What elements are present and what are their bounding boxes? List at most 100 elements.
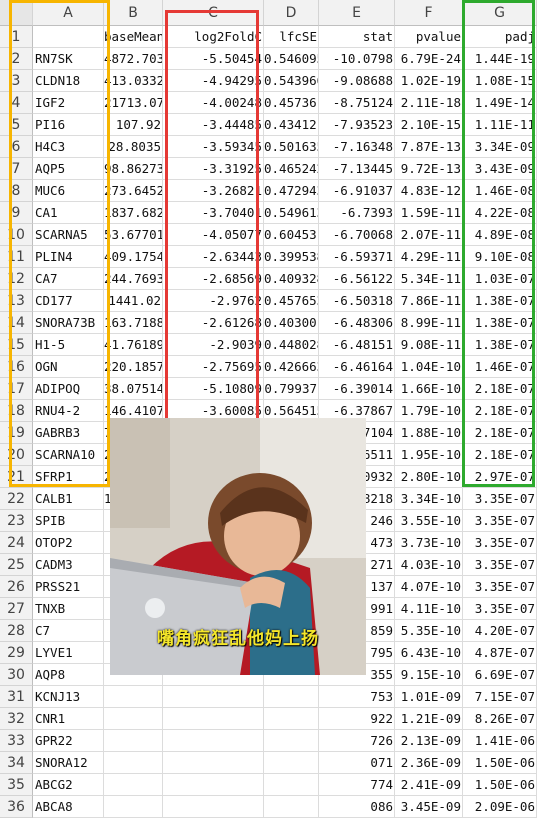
cell-e15[interactable]: -6.48151 (319, 334, 395, 356)
cell-d3[interactable]: 0.543966 (264, 70, 319, 92)
cell-c4[interactable]: -4.00248 (163, 92, 264, 114)
cell-g15[interactable]: 1.38E-07 (463, 334, 537, 356)
cell-f23[interactable]: 3.55E-10 (395, 510, 463, 532)
cell-f22[interactable]: 3.34E-10 (395, 488, 463, 510)
row-header[interactable]: 36 (0, 796, 33, 818)
cell-g11[interactable]: 9.10E-08 (463, 246, 537, 268)
cell-d15[interactable]: 0.448028 (264, 334, 319, 356)
cell-g1[interactable]: padj (463, 26, 537, 48)
cell-c34[interactable] (163, 752, 264, 774)
cell-a4[interactable]: IGF2 (33, 92, 104, 114)
cell-c32[interactable] (163, 708, 264, 730)
cell-d12[interactable]: 0.409328 (264, 268, 319, 290)
column-header-b[interactable]: B (104, 0, 163, 26)
cell-f36[interactable]: 3.45E-09 (395, 796, 463, 818)
row-header[interactable]: 5 (0, 114, 33, 136)
cell-d11[interactable]: 0.399538 (264, 246, 319, 268)
cell-f10[interactable]: 2.07E-11 (395, 224, 463, 246)
cell-c13[interactable]: -2.9762 (163, 290, 264, 312)
cell-a20[interactable]: SCARNA10 (33, 444, 104, 466)
column-header-a[interactable]: A (33, 0, 104, 26)
cell-g33[interactable]: 1.41E-06 (463, 730, 537, 752)
cell-c12[interactable]: -2.68569 (163, 268, 264, 290)
cell-g18[interactable]: 2.18E-07 (463, 400, 537, 422)
cell-d8[interactable]: 0.472943 (264, 180, 319, 202)
cell-e16[interactable]: -6.46164 (319, 356, 395, 378)
cell-c8[interactable]: -3.26821 (163, 180, 264, 202)
row-header[interactable]: 34 (0, 752, 33, 774)
cell-b13[interactable]: 1441.02 (104, 290, 163, 312)
cell-a17[interactable]: ADIPOQ (33, 378, 104, 400)
cell-a36[interactable]: ABCA8 (33, 796, 104, 818)
cell-g29[interactable]: 4.87E-07 (463, 642, 537, 664)
cell-g27[interactable]: 3.35E-07 (463, 598, 537, 620)
cell-f8[interactable]: 4.83E-12 (395, 180, 463, 202)
cell-e33[interactable]: 726 (319, 730, 395, 752)
cell-f33[interactable]: 2.13E-09 (395, 730, 463, 752)
row-header[interactable]: 33 (0, 730, 33, 752)
cell-e32[interactable]: 922 (319, 708, 395, 730)
cell-g13[interactable]: 1.38E-07 (463, 290, 537, 312)
cell-f16[interactable]: 1.04E-10 (395, 356, 463, 378)
cell-a11[interactable]: PLIN4 (33, 246, 104, 268)
cell-d6[interactable]: 0.501635 (264, 136, 319, 158)
row-header[interactable]: 26 (0, 576, 33, 598)
cell-e13[interactable]: -6.50318 (319, 290, 395, 312)
cell-d4[interactable]: 0.457361 (264, 92, 319, 114)
cell-b31[interactable] (104, 686, 163, 708)
column-header-c[interactable]: C (163, 0, 264, 26)
cell-c36[interactable] (163, 796, 264, 818)
cell-a24[interactable]: OTOP2 (33, 532, 104, 554)
cell-g5[interactable]: 1.11E-11 (463, 114, 537, 136)
cell-a18[interactable]: RNU4-2 (33, 400, 104, 422)
row-header[interactable]: 19 (0, 422, 33, 444)
cell-a12[interactable]: CA7 (33, 268, 104, 290)
cell-e1[interactable]: stat (319, 26, 395, 48)
cell-f15[interactable]: 9.08E-11 (395, 334, 463, 356)
cell-c10[interactable]: -4.05077 (163, 224, 264, 246)
cell-f17[interactable]: 1.66E-10 (395, 378, 463, 400)
cell-b14[interactable]: 163.7188 (104, 312, 163, 334)
cell-f27[interactable]: 4.11E-10 (395, 598, 463, 620)
cell-e34[interactable]: 071 (319, 752, 395, 774)
cell-c16[interactable]: -2.75695 (163, 356, 264, 378)
cell-g20[interactable]: 2.18E-07 (463, 444, 537, 466)
cell-g30[interactable]: 6.69E-07 (463, 664, 537, 686)
cell-d13[interactable]: 0.457653 (264, 290, 319, 312)
cell-b11[interactable]: 409.1754 (104, 246, 163, 268)
row-header[interactable]: 22 (0, 488, 33, 510)
cell-g26[interactable]: 3.35E-07 (463, 576, 537, 598)
cell-a21[interactable]: SFRP1 (33, 466, 104, 488)
cell-d34[interactable] (264, 752, 319, 774)
cell-a32[interactable]: CNR1 (33, 708, 104, 730)
cell-c5[interactable]: -3.44485 (163, 114, 264, 136)
cell-d9[interactable]: 0.549613 (264, 202, 319, 224)
cell-e2[interactable]: -10.0798 (319, 48, 395, 70)
cell-b35[interactable] (104, 774, 163, 796)
cell-b10[interactable]: 53.67701 (104, 224, 163, 246)
cell-c17[interactable]: -5.10809 (163, 378, 264, 400)
column-header-e[interactable]: E (319, 0, 395, 26)
column-header-f[interactable]: F (395, 0, 463, 26)
cell-a35[interactable]: ABCG2 (33, 774, 104, 796)
cell-a10[interactable]: SCARNA5 (33, 224, 104, 246)
row-header[interactable]: 27 (0, 598, 33, 620)
cell-d32[interactable] (264, 708, 319, 730)
row-header[interactable]: 17 (0, 378, 33, 400)
cell-g3[interactable]: 1.08E-15 (463, 70, 537, 92)
cell-e8[interactable]: -6.91037 (319, 180, 395, 202)
cell-b33[interactable] (104, 730, 163, 752)
cell-d17[interactable]: 0.79937 (264, 378, 319, 400)
cell-a33[interactable]: GPR22 (33, 730, 104, 752)
cell-b5[interactable]: 107.92 (104, 114, 163, 136)
cell-f34[interactable]: 2.36E-09 (395, 752, 463, 774)
cell-f32[interactable]: 1.21E-09 (395, 708, 463, 730)
cell-c15[interactable]: -2.9039 (163, 334, 264, 356)
cell-b12[interactable]: 244.7693 (104, 268, 163, 290)
cell-c2[interactable]: -5.50454 (163, 48, 264, 70)
cell-b3[interactable]: 413.0332 (104, 70, 163, 92)
cell-g35[interactable]: 1.50E-06 (463, 774, 537, 796)
cell-g2[interactable]: 1.44E-19 (463, 48, 537, 70)
cell-a13[interactable]: CD177 (33, 290, 104, 312)
cell-d1[interactable]: lfcSE (264, 26, 319, 48)
